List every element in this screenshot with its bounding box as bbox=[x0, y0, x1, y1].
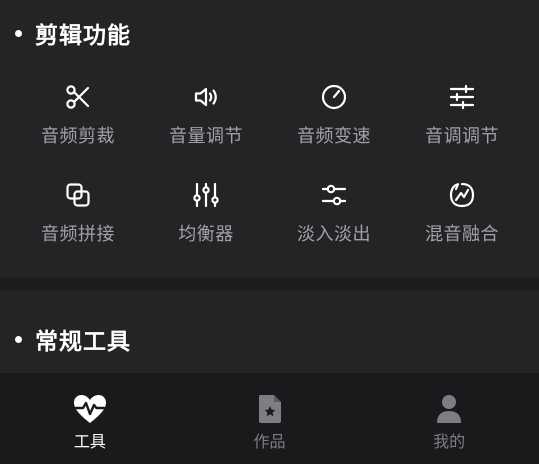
tab-mine[interactable]: 我的 bbox=[359, 373, 539, 464]
edit-section-header: 剪辑功能 bbox=[12, 16, 131, 50]
bullet-dot bbox=[15, 335, 22, 343]
tool-equalizer[interactable]: 均衡器 bbox=[142, 174, 270, 268]
bullet-dot bbox=[15, 29, 22, 37]
tool-audio-merge[interactable]: 音频拼接 bbox=[14, 174, 142, 268]
tune-sliders-icon bbox=[447, 82, 477, 112]
tools-section-header: 常规工具 bbox=[12, 322, 131, 356]
fade-sliders-icon bbox=[319, 180, 349, 210]
section-divider bbox=[0, 277, 539, 291]
tool-label: 音调调节 bbox=[425, 126, 499, 147]
speed-gauge-icon bbox=[319, 82, 349, 112]
tool-label: 均衡器 bbox=[178, 224, 234, 245]
tool-label: 音频剪裁 bbox=[41, 126, 115, 147]
tool-volume-adjust[interactable]: 音量调节 bbox=[142, 76, 270, 170]
tool-pitch-adjust[interactable]: 音调调节 bbox=[398, 76, 526, 170]
tool-audio-speed[interactable]: 音频变速 bbox=[270, 76, 398, 170]
tool-label: 音频变速 bbox=[297, 126, 371, 147]
equalizer-icon bbox=[191, 180, 221, 210]
tab-label: 作品 bbox=[253, 432, 286, 451]
tool-label: 音频拼接 bbox=[41, 224, 115, 245]
merge-squares-icon bbox=[63, 180, 93, 210]
tool-fade-in-out[interactable]: 淡入淡出 bbox=[270, 174, 398, 268]
edit-section-title: 剪辑功能 bbox=[35, 23, 131, 49]
tab-label: 我的 bbox=[433, 432, 466, 451]
scissors-icon bbox=[63, 82, 93, 112]
edit-functions-section: 剪辑功能 音频剪裁 音量调节 音频变速 音调调节 音频拼接 均衡器 淡入淡出 混… bbox=[0, 0, 539, 277]
tool-label: 混音融合 bbox=[425, 224, 499, 245]
user-icon bbox=[431, 393, 467, 425]
tools-section-title: 常规工具 bbox=[35, 329, 131, 355]
tab-label: 工具 bbox=[73, 432, 106, 451]
tab-tools[interactable]: 工具 bbox=[0, 373, 180, 464]
app-screen: 剪辑功能 音频剪裁 音量调节 音频变速 音调调节 音频拼接 均衡器 淡入淡出 混… bbox=[0, 0, 539, 464]
heartbeat-icon bbox=[72, 393, 108, 425]
tool-label: 淡入淡出 bbox=[297, 224, 371, 245]
tool-mix-blend[interactable]: 混音融合 bbox=[398, 174, 526, 268]
tool-audio-trim[interactable]: 音频剪裁 bbox=[14, 76, 142, 170]
edit-tools-grid: 音频剪裁 音量调节 音频变速 音调调节 音频拼接 均衡器 淡入淡出 混音融合 bbox=[14, 76, 526, 268]
speaker-icon bbox=[191, 82, 221, 112]
mix-blend-icon bbox=[447, 180, 477, 210]
star-file-icon bbox=[252, 393, 288, 425]
tool-label: 音量调节 bbox=[169, 126, 243, 147]
bottom-tab-bar: 工具 作品 我的 bbox=[0, 373, 539, 464]
tab-works[interactable]: 作品 bbox=[180, 373, 360, 464]
general-tools-section: 常规工具 bbox=[0, 291, 539, 373]
